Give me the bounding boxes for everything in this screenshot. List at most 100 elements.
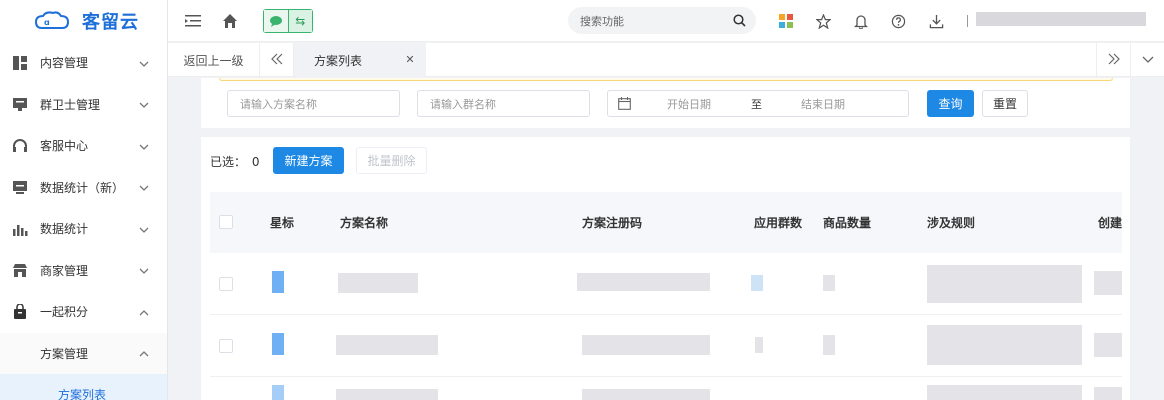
monitor-icon	[12, 96, 28, 112]
col-reg-code[interactable]: 方案注册码	[582, 214, 642, 231]
group-count-redacted	[755, 337, 763, 353]
table-row[interactable]	[210, 377, 1122, 400]
sidebar-item-points[interactable]: 一起积分	[0, 291, 167, 333]
sidebar-item-label: 一起积分	[40, 305, 89, 320]
tab-menu-button[interactable]	[1130, 43, 1164, 77]
tab-plan-list[interactable]: 方案列表 ✕	[294, 43, 426, 77]
placeholder: 请输入群名称	[430, 97, 496, 111]
chevron-down-icon	[139, 224, 149, 234]
filter-card: 请输入方案名称 请输入群名称 开始日期 至 结束日期 查询 重置	[201, 78, 1130, 128]
sidebar-item-label: 数据统计	[40, 222, 89, 237]
table-row[interactable]	[210, 253, 1122, 315]
star-icon[interactable]	[814, 12, 832, 30]
table-row[interactable]	[210, 315, 1122, 377]
col-group-count[interactable]: 应用群数	[754, 214, 802, 231]
new-plan-button[interactable]: 新建方案	[273, 147, 344, 174]
date-range-picker[interactable]: 开始日期 至 结束日期	[607, 90, 909, 117]
bag-icon	[12, 303, 28, 320]
sidebar-item-content[interactable]: 内容管理	[0, 42, 167, 84]
row-checkbox[interactable]	[219, 277, 233, 291]
sidebar-item-label: 商家管理	[40, 263, 89, 278]
col-plan-name[interactable]: 方案名称	[340, 214, 388, 231]
plan-name-redacted	[336, 335, 438, 355]
col-rules[interactable]: 涉及规则	[927, 214, 975, 231]
brand-name: 客留云	[82, 12, 139, 33]
apps-grid-icon[interactable]	[777, 12, 795, 30]
menu-fold-icon[interactable]	[184, 12, 202, 30]
calendar-icon	[618, 97, 631, 113]
reg-code-redacted	[582, 389, 710, 400]
chevron-down-icon	[139, 182, 149, 192]
group-name-input[interactable]: 请输入群名称	[417, 90, 590, 117]
product-count-redacted	[823, 275, 835, 291]
sidebar-item-label: 群卫士管理	[40, 97, 101, 112]
col-created[interactable]: 创建	[1098, 214, 1122, 231]
batch-delete-button[interactable]: 批量删除	[356, 147, 427, 174]
notice-banner	[219, 78, 1113, 81]
star-marker-redacted[interactable]	[272, 271, 284, 293]
user-info-redacted[interactable]	[976, 12, 1146, 26]
created-redacted	[1094, 333, 1122, 357]
chevron-up-icon	[139, 307, 149, 317]
app-switch-pill[interactable]: ⇆	[263, 9, 313, 33]
tab-label: 方案列表	[314, 53, 363, 68]
sidebar-item-label: 客服中心	[40, 139, 89, 154]
sidebar-item-label: 方案列表	[58, 388, 107, 400]
sidebar-item-merchant[interactable]: 商家管理	[0, 250, 167, 292]
logo[interactable]: ɑ 客留云	[0, 0, 167, 42]
close-icon[interactable]: ✕	[404, 53, 416, 66]
sidebar-item-stats[interactable]: 数据统计	[0, 208, 167, 250]
plan-name-redacted	[336, 389, 438, 400]
rules-redacted	[927, 385, 1082, 400]
end-date: 结束日期	[801, 97, 845, 111]
grid-icon	[12, 55, 28, 71]
headset-icon	[12, 138, 28, 154]
swap-icon: ⇆	[287, 10, 312, 32]
home-icon[interactable]	[221, 12, 239, 30]
col-star[interactable]: 星标	[270, 214, 294, 231]
help-icon[interactable]	[889, 12, 907, 30]
table-header: 星标 方案名称 方案注册码 应用群数 商品数量 涉及规则 创建	[210, 192, 1122, 253]
sidebar-item-stats-new[interactable]: 数据统计（新）	[0, 167, 167, 209]
scroll-right-button[interactable]	[1096, 43, 1130, 77]
start-date: 开始日期	[667, 97, 711, 111]
row-checkbox[interactable]	[219, 339, 233, 353]
search-placeholder: 搜索功能	[580, 14, 624, 28]
bell-icon[interactable]	[852, 12, 870, 30]
sidebar-leaf-plan-list[interactable]: 方案列表	[0, 374, 167, 400]
sidebar-item-service-center[interactable]: 客服中心	[0, 125, 167, 167]
star-marker-redacted[interactable]	[272, 385, 284, 400]
col-product-count[interactable]: 商品数量	[823, 214, 871, 231]
chevron-down-icon	[139, 99, 149, 109]
back-label: 返回上一级	[183, 53, 244, 68]
query-button[interactable]: 查询	[927, 90, 974, 117]
sidebar-item-group-guard[interactable]: 群卫士管理	[0, 84, 167, 126]
scroll-left-button[interactable]	[260, 43, 294, 77]
chevron-up-icon	[139, 348, 149, 358]
download-icon[interactable]	[927, 12, 945, 30]
sidebar-subitem-plan-management[interactable]: 方案管理	[0, 332, 167, 374]
search-input[interactable]: 搜索功能	[568, 7, 756, 34]
back-button[interactable]: 返回上一级	[168, 43, 260, 77]
star-marker-redacted[interactable]	[272, 333, 284, 355]
created-redacted	[1094, 271, 1122, 295]
chevron-down-icon	[139, 265, 149, 275]
store-icon	[12, 262, 28, 278]
reset-button[interactable]: 重置	[982, 90, 1028, 117]
product-count-redacted	[823, 335, 835, 355]
tab-bar: 返回上一级 方案列表 ✕	[168, 43, 1164, 77]
double-chevron-left-icon	[270, 53, 283, 68]
top-header: ⇆ 搜索功能	[168, 0, 1164, 42]
created-redacted	[1094, 387, 1122, 400]
chat-bubble-icon	[264, 10, 288, 32]
sidebar-item-label: 数据统计（新）	[40, 180, 125, 195]
sidebar-item-label: 内容管理	[40, 56, 89, 71]
rules-redacted	[927, 265, 1082, 303]
sidebar: ɑ 客留云 内容管理 群卫士管理 客服中心 数据统计（新） 数据统计 商家管理 …	[0, 0, 168, 400]
plan-name-input[interactable]: 请输入方案名称	[227, 90, 400, 117]
chevron-down-icon	[1142, 53, 1154, 68]
reg-code-redacted	[582, 335, 710, 355]
sidebar-item-label: 方案管理	[40, 346, 89, 361]
selected-label: 已选：	[210, 155, 247, 169]
select-all-checkbox[interactable]	[219, 215, 233, 229]
